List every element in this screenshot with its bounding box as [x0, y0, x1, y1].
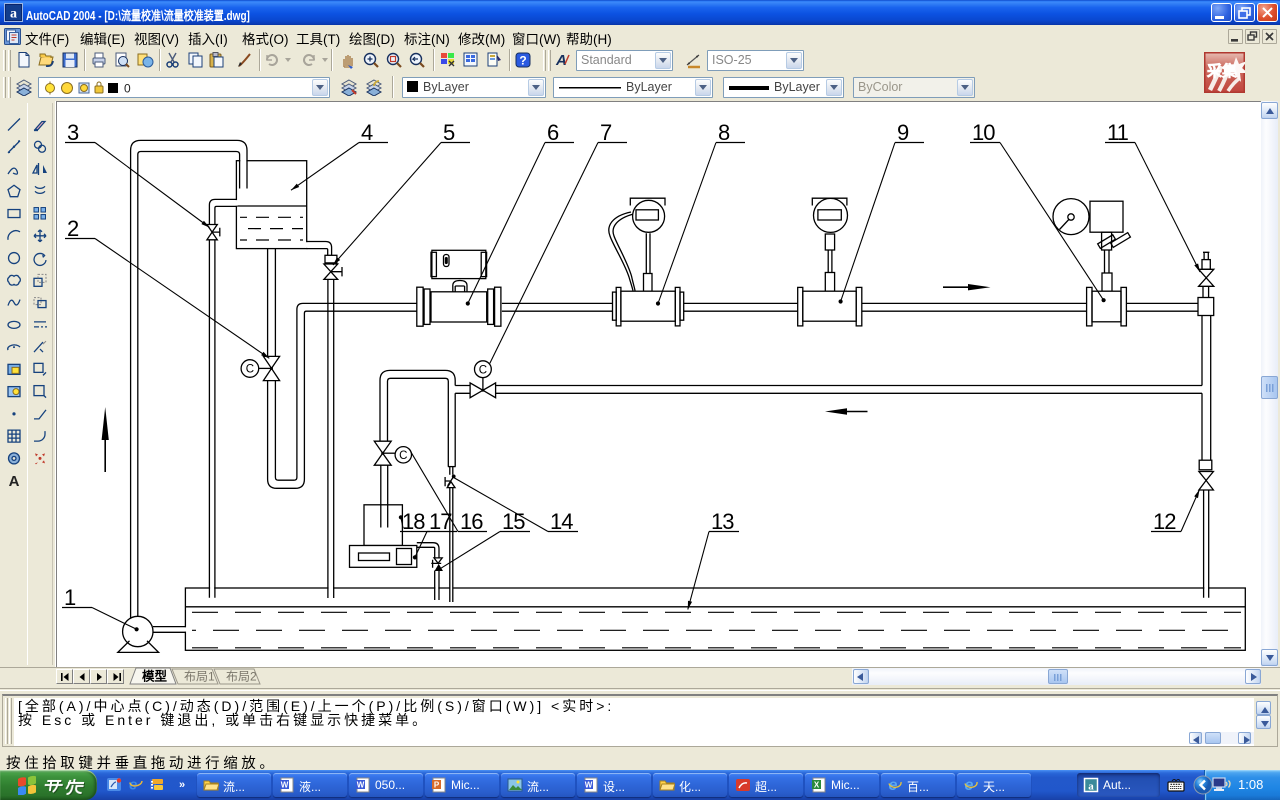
svg-text:布局2: 布局2 — [226, 670, 257, 684]
svg-text:»: » — [179, 779, 185, 791]
svg-text:W: W — [281, 781, 289, 790]
svg-text:14: 14 — [550, 509, 573, 534]
svg-text:10: 10 — [972, 120, 995, 145]
svg-text:?: ? — [519, 54, 526, 68]
svg-text:C: C — [399, 450, 407, 462]
svg-text:C: C — [479, 364, 487, 376]
svg-text:5: 5 — [443, 120, 455, 145]
svg-text:8: 8 — [718, 120, 730, 145]
svg-text:A: A — [555, 52, 567, 69]
svg-text:C: C — [246, 364, 254, 376]
svg-text:模型: 模型 — [142, 669, 168, 684]
svg-text:16: 16 — [460, 509, 483, 534]
svg-text:17: 17 — [429, 509, 452, 534]
svg-text:X: X — [814, 781, 820, 790]
svg-text:布局1: 布局1 — [184, 670, 215, 684]
svg-text:7: 7 — [600, 120, 612, 145]
svg-text:4: 4 — [361, 120, 373, 145]
svg-text:13: 13 — [711, 509, 734, 534]
svg-text:18: 18 — [402, 509, 425, 534]
svg-text:12: 12 — [1153, 509, 1176, 534]
svg-text:采集: 采集 — [1206, 62, 1238, 80]
svg-text:a: a — [10, 7, 17, 22]
svg-text:11: 11 — [1107, 120, 1129, 145]
svg-text:W: W — [357, 781, 365, 790]
svg-text:2: 2 — [67, 216, 79, 241]
svg-text:3: 3 — [67, 120, 79, 145]
svg-text:A: A — [9, 473, 20, 490]
svg-text:15: 15 — [502, 509, 525, 534]
svg-text:0: 0 — [124, 82, 131, 96]
svg-text:6: 6 — [547, 120, 559, 145]
svg-text:W: W — [585, 781, 593, 790]
svg-text:P: P — [434, 781, 440, 790]
svg-text:a: a — [1088, 781, 1094, 793]
svg-text:9: 9 — [897, 120, 909, 145]
svg-text:1: 1 — [64, 585, 76, 610]
